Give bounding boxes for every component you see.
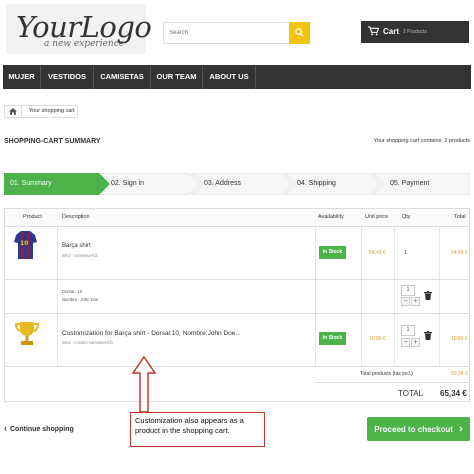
- header-availability: Availability: [318, 214, 344, 220]
- nav-item-vestidos[interactable]: VESTIDOS: [41, 65, 94, 89]
- custom-dorsal: Dorsal : 10: [62, 289, 83, 294]
- header-total: Total: [454, 214, 466, 220]
- step-sign-in[interactable]: 02. Sign in: [111, 180, 144, 187]
- qty-increase-button[interactable]: +: [411, 338, 420, 347]
- unit-price: 54,45 €: [369, 250, 386, 256]
- column-divider: [57, 227, 58, 366]
- stock-badge: In Stock: [319, 332, 346, 345]
- qty-decrease-button[interactable]: −: [401, 297, 410, 306]
- row-divider: [5, 313, 469, 314]
- qty-decrease-button[interactable]: −: [401, 338, 410, 347]
- nav-item-camisetas[interactable]: CAMISETAS: [94, 65, 151, 89]
- cart-label: Cart: [383, 27, 400, 36]
- row-divider: [315, 382, 469, 383]
- checkout-label: Proceed to checkout: [374, 425, 453, 434]
- stock-badge: In Stock: [319, 246, 346, 259]
- total-products-label: Total products (tax incl.): [360, 371, 413, 377]
- step-shipping[interactable]: 04. Shipping: [297, 180, 336, 187]
- cart-count: 2 Products: [403, 29, 427, 35]
- logo[interactable]: YourLogo a new experience: [6, 4, 152, 54]
- search-input[interactable]: [164, 23, 290, 43]
- column-divider: [439, 227, 440, 366]
- step-summary[interactable]: 01. Summary: [10, 180, 52, 187]
- column-divider: [315, 227, 316, 366]
- checkout-steps: 01. Summary 02. Sign in 03. Address 04. …: [4, 173, 470, 195]
- trash-icon[interactable]: [424, 331, 432, 340]
- trophy-image[interactable]: [13, 319, 41, 347]
- search-button[interactable]: [289, 22, 310, 44]
- proceed-to-checkout-button[interactable]: Proceed to checkout ›: [367, 417, 470, 441]
- line-total: 54,45 €: [451, 250, 468, 256]
- breadcrumb-current: Your shopping cart: [29, 108, 75, 114]
- breadcrumb: Your shopping cart: [4, 105, 78, 118]
- row-divider: [5, 279, 469, 280]
- quantity-input[interactable]: 1: [401, 285, 415, 296]
- nav-item-about-us[interactable]: ABOUT US: [203, 65, 256, 89]
- header-qty: Qty: [402, 214, 411, 220]
- line-total: 10,89 €: [451, 336, 468, 342]
- header: YourLogo a new experience Cart 2 Product…: [0, 0, 474, 62]
- qty-increase-button[interactable]: +: [411, 297, 420, 306]
- step-payment[interactable]: 05. Payment: [390, 180, 429, 187]
- table-header: Product Description Availability Unit pr…: [5, 209, 469, 227]
- product-name[interactable]: Barça shirt: [62, 243, 91, 249]
- search-box: [163, 22, 310, 44]
- quantity-input[interactable]: 1: [401, 325, 415, 336]
- header-product: Product: [23, 214, 42, 220]
- cart-icon: [368, 26, 379, 36]
- cart-summary-text: Your shopping cart contains: 2 products: [373, 138, 470, 144]
- product-sku: SKU : custom-camiseta-fcb: [62, 340, 113, 345]
- nav-item-our-team[interactable]: OUR TEAM: [151, 65, 203, 89]
- row-divider: [5, 366, 469, 367]
- header-description: Description: [62, 214, 90, 220]
- page-title: SHOPPING-CART SUMMARY: [4, 138, 101, 145]
- cart-table: Product Description Availability Unit pr…: [4, 208, 470, 402]
- total-label: TOTAL: [398, 389, 424, 398]
- total-products-value: 65,34 €: [451, 371, 468, 377]
- total-value: 65,34 €: [440, 389, 467, 398]
- annotation-callout: Customization also appears as a product …: [130, 412, 265, 447]
- column-divider: [394, 227, 395, 366]
- home-icon: [9, 108, 17, 115]
- search-icon: [295, 28, 304, 37]
- cart-button[interactable]: Cart 2 Products: [361, 21, 469, 43]
- step-address[interactable]: 03. Address: [204, 180, 241, 187]
- product-sku: SKU : camiseta-fcb: [62, 253, 98, 258]
- logo-tagline: a new experience: [44, 39, 125, 49]
- breadcrumb-home[interactable]: [5, 106, 22, 117]
- annotation-arrow: [131, 355, 157, 413]
- svg-text:10: 10: [20, 240, 28, 247]
- qty-value: 1: [404, 250, 407, 256]
- header-unit-price: Unit price: [365, 214, 389, 220]
- chevron-right-icon: ›: [459, 423, 463, 435]
- nav-item-mujer[interactable]: MUJER: [3, 65, 41, 89]
- column-divider: [361, 227, 362, 366]
- continue-shopping-label: Continue shopping: [10, 426, 74, 433]
- chevron-left-icon: ‹: [4, 423, 7, 433]
- trash-icon[interactable]: [424, 291, 432, 300]
- shirt-image[interactable]: 10: [13, 230, 38, 260]
- product-name[interactable]: Customization for Barça shirt - Dorsal:1…: [62, 330, 241, 337]
- main-nav: MUJER VESTIDOS CAMISETAS OUR TEAM ABOUT …: [3, 65, 471, 89]
- unit-price: 10,89 €: [369, 336, 386, 342]
- custom-name: Nombre : John Doe: [62, 297, 99, 302]
- annotation-text: Customization also appears as a product …: [135, 416, 244, 435]
- continue-shopping-link[interactable]: ‹ Continue shopping: [4, 423, 74, 433]
